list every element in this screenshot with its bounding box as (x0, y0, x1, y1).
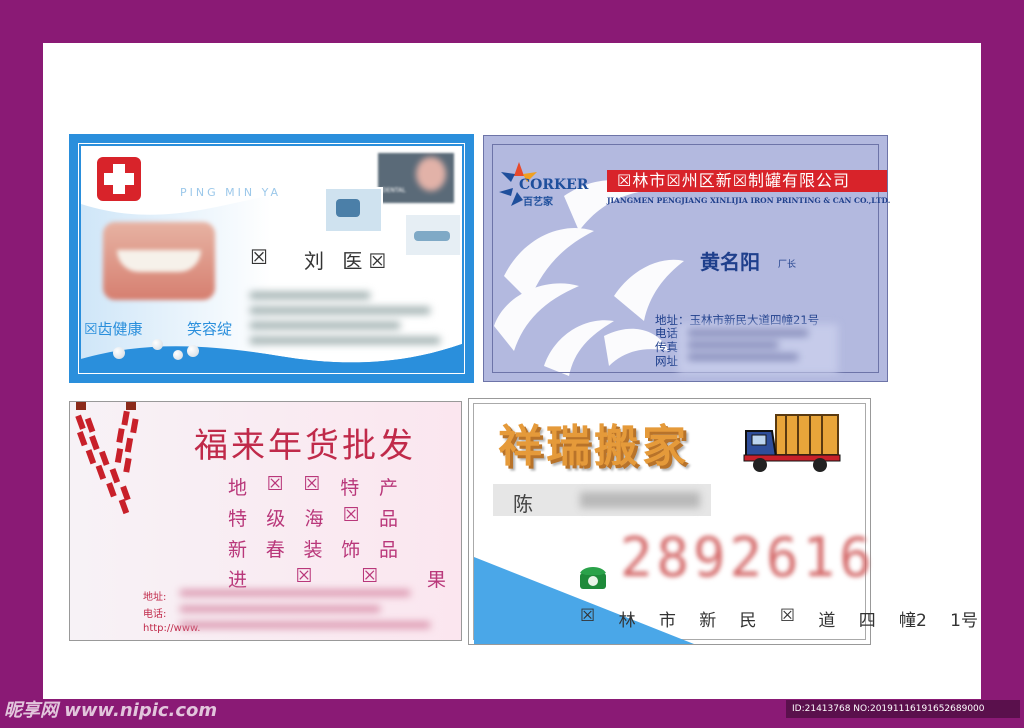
dental-slogan-2: 笑容绽 (187, 320, 233, 338)
newyear-line-1: 地 ☒ ☒ 特产 (228, 473, 398, 499)
truck-icon (743, 414, 841, 472)
medical-cross-icon (97, 157, 141, 201)
telephone-icon (578, 563, 608, 591)
dental-photo-room (404, 213, 462, 257)
watermark-site: 昵享网 www.nipic.com (4, 700, 218, 721)
newyear-line-2: 特级海 ☒ 品 (228, 504, 398, 530)
corker-logo-text: CORKER (519, 177, 589, 193)
newyear-contact-blurred (180, 586, 450, 636)
moving-surname: 陈 (513, 492, 533, 516)
firecracker-icon (75, 402, 139, 515)
corker-company-cn: ☒林市☒州区新☒制罐有限公司 (617, 171, 851, 190)
watermark-id: ID:21413768 NO:20191116191652689000 (786, 700, 1020, 718)
smile-photo (103, 222, 215, 300)
dental-subtitle: PING MIN YA (180, 186, 281, 199)
corker-label-fax: 传真 (655, 340, 678, 354)
newyear-title: 福来年货批发 (194, 426, 416, 466)
bubble-icon (152, 339, 163, 350)
newyear-line-3: 新春装饰品 (228, 539, 398, 561)
newyear-addr-label: 地址: (143, 592, 167, 603)
corker-labels: 电话 传真 网址 (655, 326, 679, 368)
moving-phone: 2892616 (620, 526, 876, 589)
corker-person-title: 厂长 (778, 260, 797, 270)
corker-logo-cn: 百艺家 (523, 197, 553, 208)
corker-contact-blurred (678, 324, 838, 374)
corker-label-web: 网址 (655, 354, 678, 368)
dental-title: ÓÁÊÆÃÑ¿ (160, 155, 285, 180)
corker-person-name: 黄名阳 (700, 250, 760, 274)
newyear-phone-label: 电话: (143, 609, 167, 620)
dental-contact-blurred (250, 288, 456, 358)
dental-photo-chair (324, 187, 383, 233)
dental-slogan-1: ☒齿健康 (84, 320, 143, 338)
bubble-icon (187, 345, 199, 357)
corker-label-phone: 电话 (655, 326, 678, 340)
doctor-name: 刘 医☒ (304, 249, 393, 273)
bubble-icon (173, 350, 183, 360)
bubble-icon (113, 347, 125, 359)
doctor-mark: ☒ (250, 245, 268, 269)
moving-name-blurred (580, 492, 700, 508)
moving-address: ☒ 林市新民 ☒ 道四幢2 1号 (580, 606, 978, 631)
moving-title: 祥瑞搬家 (498, 421, 690, 472)
corker-company-en: JIANGMEN PENGJIANG XINLIJIA IRON PRINTIN… (607, 196, 891, 205)
dental-photo-top: DENTAL (378, 153, 454, 203)
